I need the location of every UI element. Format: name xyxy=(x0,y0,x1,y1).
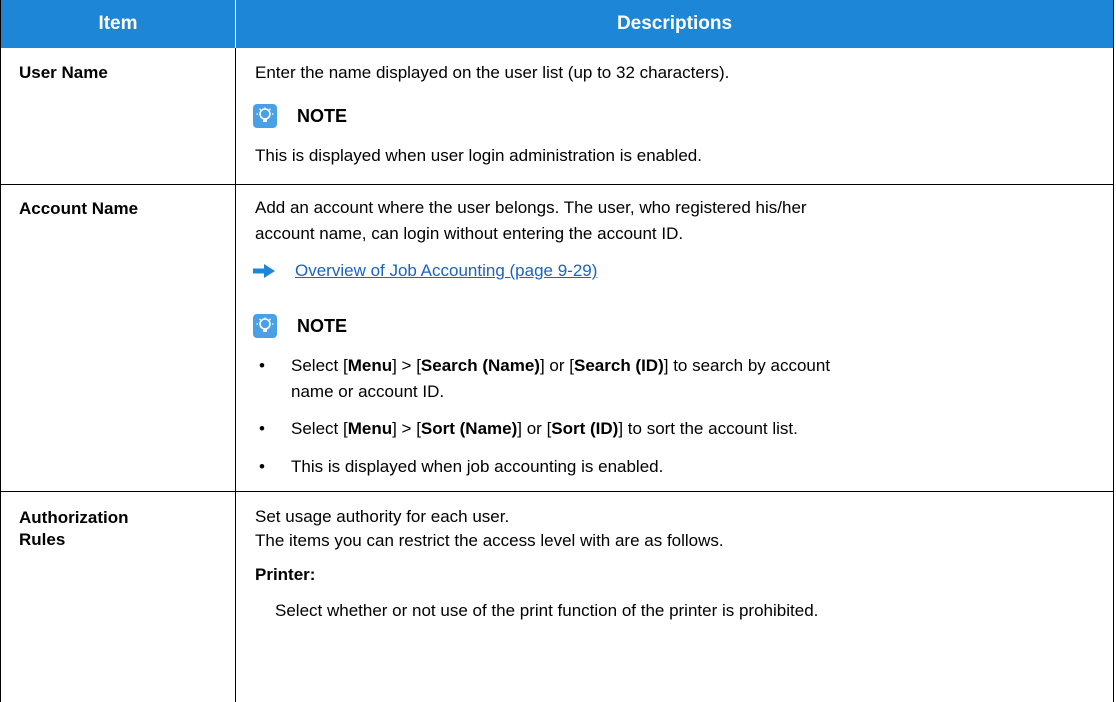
bullet-text: Select [Menu] > [Sort (Name)] or [Sort (… xyxy=(291,419,798,438)
account-name-note: NOTE xyxy=(253,312,347,340)
note-lightbulb-icon xyxy=(253,314,277,338)
note-lightbulb-icon xyxy=(253,104,277,128)
account-name-desc-line1: Add an account where the user belongs. T… xyxy=(255,198,807,217)
note-label: NOTE xyxy=(297,105,348,126)
user-name-note: NOTE xyxy=(253,102,347,130)
row-divider xyxy=(1,184,1113,185)
table-header: Item Descriptions xyxy=(1,0,1113,48)
arrow-right-icon xyxy=(253,264,275,278)
row-authorization-rules-label-line1: Authorization xyxy=(19,508,129,527)
row-user-name-description: Enter the name displayed on the user lis… xyxy=(255,63,730,82)
column-divider xyxy=(235,48,236,702)
row-account-name-label: Account Name xyxy=(19,199,139,218)
account-name-desc-line2: account name, can login without entering… xyxy=(255,224,684,243)
authorization-desc-line1: Set usage authority for each user. xyxy=(255,507,510,526)
settings-table: Item Descriptions User Name Enter the na… xyxy=(0,0,1114,702)
note-label: NOTE xyxy=(297,315,348,336)
bullet-icon: • xyxy=(259,419,265,438)
user-name-note-text: This is displayed when user login admini… xyxy=(255,146,702,165)
header-descriptions: Descriptions xyxy=(616,13,733,34)
printer-description: Select whether or not use of the print f… xyxy=(275,601,819,620)
authorization-desc-line2: The items you can restrict the access le… xyxy=(255,531,724,550)
bullet-icon: • xyxy=(259,356,265,375)
row-divider xyxy=(1,491,1113,492)
row-authorization-rules-label-line2: Rules xyxy=(19,530,66,549)
bullet-icon: • xyxy=(259,457,265,476)
bullet-text: Select [Menu] > [Search (Name)] or [Sear… xyxy=(291,356,831,375)
overview-job-accounting-link[interactable]: Overview of Job Accounting (page 9-29) xyxy=(295,261,597,281)
bullet-text: name or account ID. xyxy=(291,382,445,401)
reference-link-row: Overview of Job Accounting (page 9-29) xyxy=(253,259,597,283)
header-item: Item xyxy=(98,13,138,34)
printer-subheading: Printer: xyxy=(255,565,316,584)
bullet-text: This is displayed when job accounting is… xyxy=(291,457,664,476)
row-user-name-label: User Name xyxy=(19,63,108,82)
